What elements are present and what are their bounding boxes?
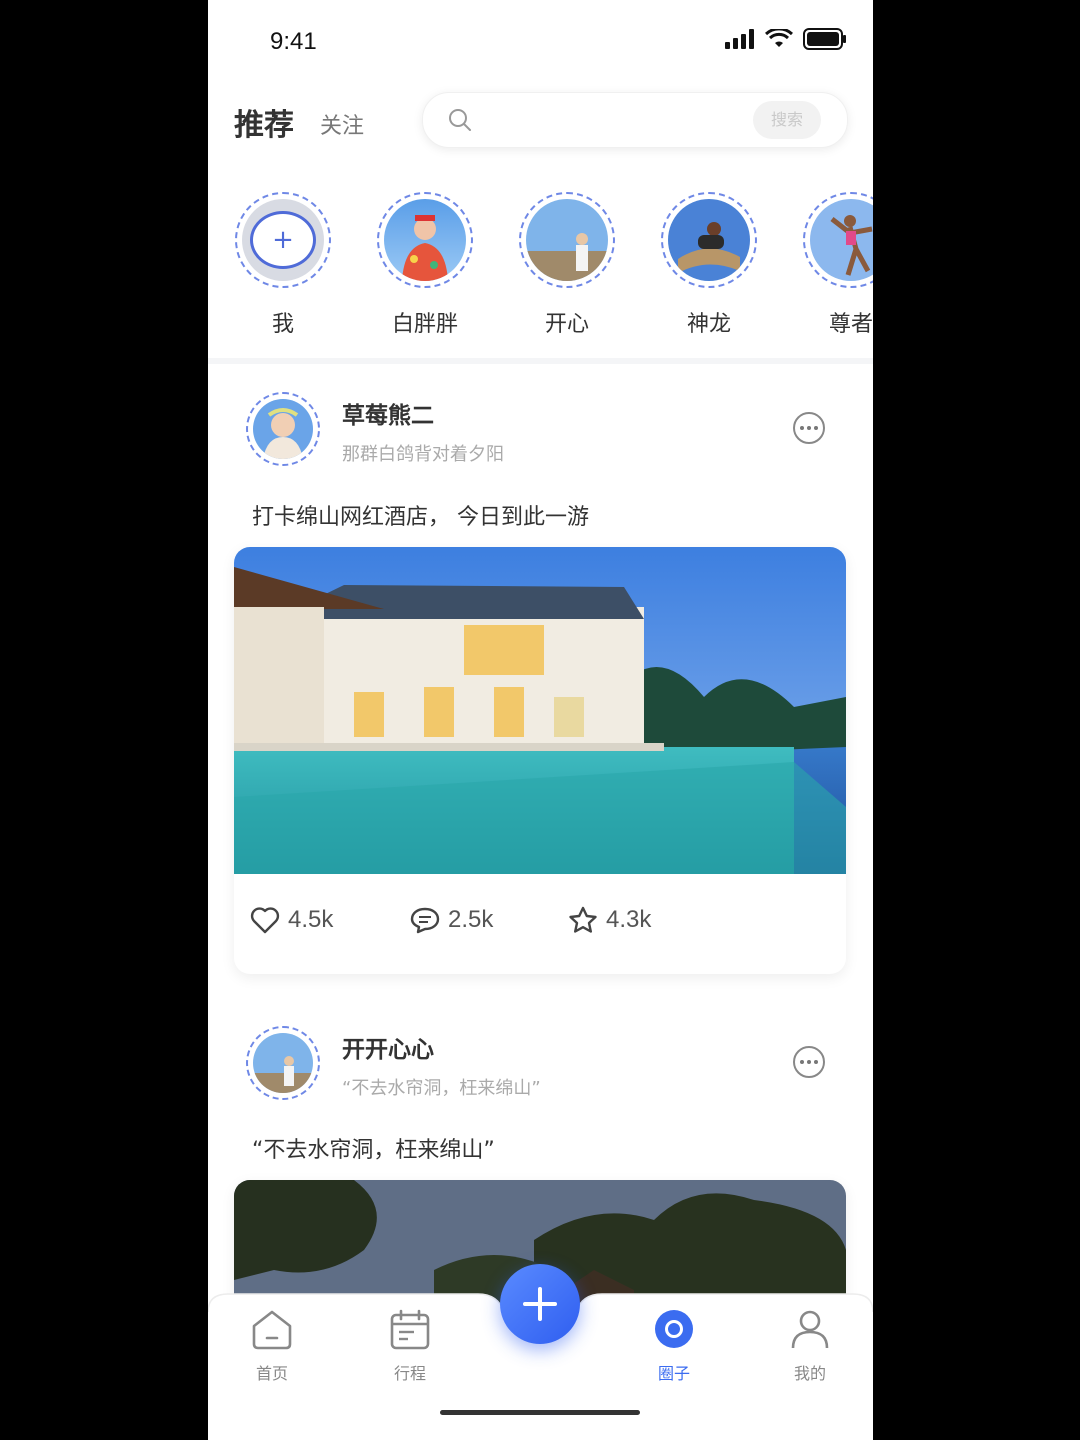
- circle-icon: [655, 1310, 693, 1348]
- tab-recommend[interactable]: 推荐: [234, 100, 294, 144]
- post-image[interactable]: [234, 547, 846, 874]
- story-item[interactable]: 神龙: [654, 192, 764, 338]
- story-avatar: [384, 199, 466, 281]
- nav-home[interactable]: 首页: [232, 1308, 312, 1384]
- like-button[interactable]: 4.5k: [250, 906, 333, 934]
- post-author[interactable]: 草莓熊二: [342, 396, 434, 430]
- post-text: “不去水帘洞，枉来绵山”: [252, 1138, 495, 1163]
- post-actions: 4.5k 2.5k 4.3k: [234, 874, 846, 974]
- home-icon: [252, 1310, 292, 1350]
- plus-icon: [523, 1287, 557, 1321]
- create-post-button[interactable]: [500, 1264, 580, 1344]
- search-input[interactable]: 搜索: [422, 92, 848, 148]
- story-item[interactable]: 白胖胖: [370, 192, 480, 338]
- favorite-count: 4.3k: [606, 906, 652, 933]
- comment-count: 2.5k: [448, 906, 494, 933]
- post-header: 草莓熊二 那群白鸽背对着夕阳: [208, 392, 873, 472]
- nav-label: 行程: [393, 1364, 426, 1383]
- story-item[interactable]: 尊者: [796, 192, 873, 338]
- story-avatar: [668, 199, 750, 281]
- search-button[interactable]: 搜索: [753, 101, 821, 139]
- favorite-button[interactable]: 4.3k: [568, 906, 651, 934]
- wifi-icon: [765, 29, 793, 47]
- avatar[interactable]: [246, 1026, 320, 1100]
- status-icons: [725, 28, 847, 50]
- tab-follow[interactable]: 关注: [320, 108, 364, 140]
- add-story-icon: +: [250, 211, 316, 269]
- star-icon: [569, 906, 597, 933]
- post-subtitle: 那群白鸽背对着夕阳: [342, 444, 504, 465]
- search-icon: [449, 109, 471, 131]
- calendar-icon: [390, 1309, 430, 1350]
- phone-screen: 9:41 推荐 关注 搜索 + 我 白胖胖 开心 神龙 尊者 草莓熊二 那群白鸽…: [208, 0, 873, 1440]
- home-indicator: [440, 1410, 640, 1415]
- story-label: 开心: [544, 312, 589, 337]
- comment-button[interactable]: 2.5k: [410, 906, 493, 934]
- nav-circle[interactable]: 圈子: [634, 1308, 714, 1384]
- story-me[interactable]: + 我: [228, 192, 338, 338]
- nav-schedule[interactable]: 行程: [370, 1308, 450, 1384]
- status-time: 9:41: [270, 28, 317, 55]
- story-label: 我: [271, 312, 294, 337]
- post-author[interactable]: 开开心心: [342, 1030, 434, 1064]
- battery-icon: [803, 28, 846, 50]
- user-icon: [791, 1310, 829, 1349]
- nav-label: 我的: [793, 1364, 826, 1383]
- post-header: 开开心心 “不去水帘洞，枉来绵山”: [208, 1026, 873, 1106]
- story-label: 白胖胖: [391, 312, 458, 337]
- section-divider: [208, 358, 873, 364]
- nav-label: 首页: [255, 1364, 288, 1383]
- post-subtitle: “不去水帘洞，枉来绵山”: [342, 1078, 541, 1099]
- story-avatar: [810, 199, 873, 281]
- comment-icon: [410, 907, 440, 934]
- nav-label: 圈子: [657, 1364, 690, 1383]
- story-item[interactable]: 开心: [512, 192, 622, 338]
- more-options-button[interactable]: [793, 412, 825, 444]
- stories-row: + 我 白胖胖 开心 神龙 尊者: [208, 192, 873, 342]
- story-label: 尊者: [828, 312, 873, 337]
- story-ring: +: [235, 192, 331, 288]
- signal-icon: [725, 29, 754, 49]
- more-options-button[interactable]: [793, 1046, 825, 1078]
- post-card[interactable]: 4.5k 2.5k 4.3k: [234, 547, 846, 974]
- like-count: 4.5k: [288, 906, 334, 933]
- nav-mine[interactable]: 我的: [770, 1308, 850, 1384]
- story-avatar: [526, 199, 608, 281]
- avatar[interactable]: [246, 392, 320, 466]
- story-label: 神龙: [686, 312, 731, 337]
- heart-icon: [250, 907, 280, 934]
- post-text: 打卡绵山网红酒店， 今日到此一游: [252, 505, 589, 530]
